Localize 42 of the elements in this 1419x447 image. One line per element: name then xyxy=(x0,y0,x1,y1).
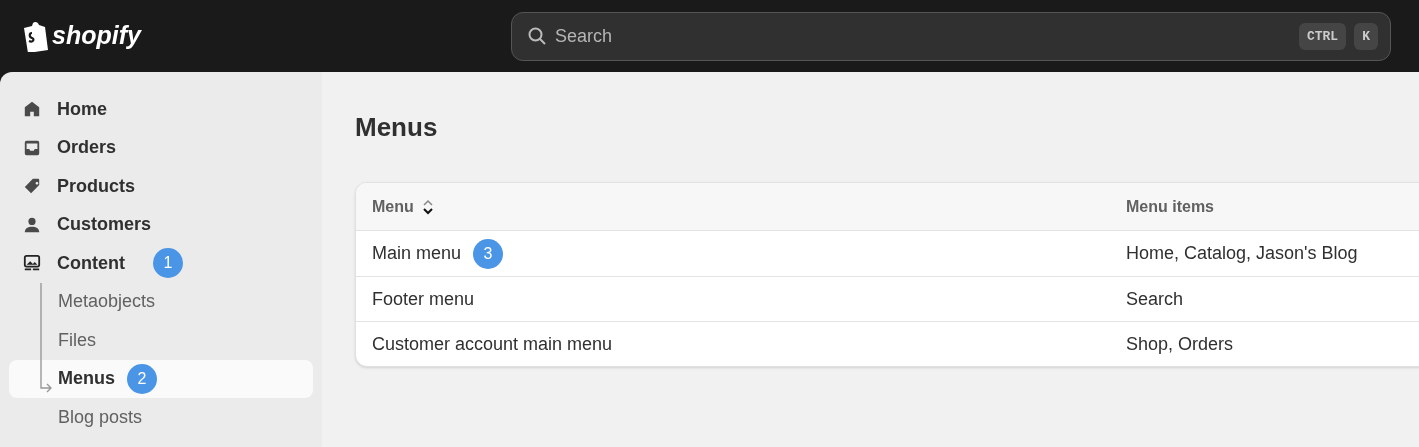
table-row[interactable]: Customer account main menu Shop, Orders xyxy=(356,321,1419,366)
sidebar-label: Menus xyxy=(58,367,115,391)
image-icon xyxy=(23,254,41,273)
inbox-icon xyxy=(23,138,41,157)
person-icon xyxy=(23,215,41,234)
search-icon xyxy=(527,25,547,46)
shortcut-key: K xyxy=(1354,22,1378,50)
sidebar-subitem[interactable]: Menus 2 xyxy=(9,359,313,398)
tag-icon xyxy=(23,177,41,196)
sidebar-label: Metaobjects xyxy=(58,290,156,314)
logo-text: shopify xyxy=(52,20,141,52)
sidebar-item[interactable]: Orders xyxy=(9,128,313,167)
home-icon xyxy=(23,100,41,119)
table-row[interactable]: Main menu 3 Home, Catalog, Jason's Blog xyxy=(356,231,1419,276)
table-cell-text: Main menu xyxy=(372,242,462,265)
column-header: Menu items xyxy=(1126,196,1214,217)
sidebar-item[interactable]: Customers xyxy=(9,205,313,244)
column-header[interactable]: Menu xyxy=(372,194,414,219)
sidebar-subitem[interactable]: Files xyxy=(9,321,313,360)
step-badge: 1 xyxy=(153,248,183,279)
sidebar-item[interactable]: Products xyxy=(9,167,313,206)
sidebar-label: Products xyxy=(57,174,135,198)
sidebar-subitem[interactable]: Metaobjects xyxy=(9,282,313,321)
sidebar-label: Files xyxy=(58,328,96,352)
sidebar-label: Content xyxy=(57,251,125,275)
sidebar-item[interactable]: Home xyxy=(9,90,313,129)
sidebar-label: Orders xyxy=(57,136,117,160)
sidebar-item[interactable]: Content 1 xyxy=(9,244,313,283)
step-badge: 3 xyxy=(473,238,504,269)
table-cell-text: Home, Catalog, Jason's Blog xyxy=(1126,242,1358,265)
sort-icon[interactable] xyxy=(421,197,434,216)
sidebar-label: Home xyxy=(57,97,107,121)
table-cell-text: Customer account main menu xyxy=(372,332,613,356)
sidebar-label: Customers xyxy=(57,213,152,237)
table-cell-text: Search xyxy=(1126,287,1184,311)
page-title: Menus xyxy=(355,111,439,144)
table-row[interactable]: Footer menu Search xyxy=(356,276,1419,321)
sidebar-label: Blog posts xyxy=(58,405,143,429)
table-cell-text: Footer menu xyxy=(372,287,475,311)
step-badge: 2 xyxy=(127,363,157,394)
sidebar-subitem[interactable]: Blog posts xyxy=(9,398,313,437)
table-cell-text: Shop, Orders xyxy=(1126,332,1234,356)
